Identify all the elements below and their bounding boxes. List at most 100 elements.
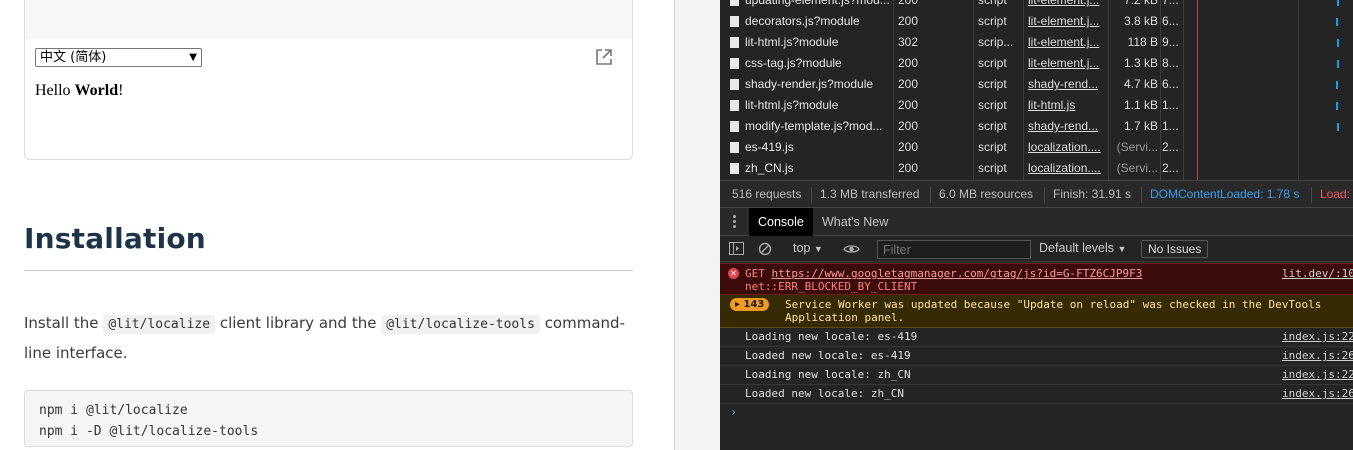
chevron-down-icon: ▼ xyxy=(813,244,823,254)
console-filter-input[interactable] xyxy=(877,240,1031,259)
clear-console-icon[interactable] xyxy=(758,242,772,256)
network-row[interactable]: zh_CN.js 200 script localization.... (Se… xyxy=(720,158,1353,179)
source-link[interactable]: index.js:22 xyxy=(1282,366,1353,384)
request-time: 7... xyxy=(1162,0,1179,7)
console-toolbar: top ▼ Default levels ▼ No Issues xyxy=(720,236,1353,262)
request-initiator[interactable]: lit-element.j... xyxy=(1028,0,1106,11)
more-tabs-icon[interactable] xyxy=(733,215,736,229)
summary-finish: Finish: 31.91 s xyxy=(1053,187,1132,201)
installation-heading: Installation xyxy=(24,222,206,255)
warning-line-1: Service Worker was updated because "Upda… xyxy=(785,298,1322,311)
request-size: 1.7 kB xyxy=(1123,119,1158,133)
request-time: 2... xyxy=(1162,161,1179,175)
log-text: Loaded new locale: zh_CN xyxy=(745,387,904,400)
console-log-message: Loaded new locale: zh_CN index.js:26 xyxy=(720,385,1353,404)
request-size: 1.1 kB xyxy=(1123,98,1158,112)
request-name: lit-html.js?module xyxy=(745,98,839,112)
request-type: script xyxy=(978,140,1007,154)
log-text: Loaded new locale: es-419 xyxy=(745,349,911,362)
request-size: 4.7 kB xyxy=(1123,77,1158,91)
summary-load: Load: xyxy=(1320,187,1351,201)
file-icon xyxy=(730,0,739,6)
tab-console[interactable]: Console xyxy=(749,208,813,236)
request-name: lit-html.js?module xyxy=(745,35,839,49)
waterfall-bar xyxy=(1337,39,1339,47)
request-initiator[interactable]: shady-rend... xyxy=(1028,74,1106,95)
error-text: GET https://www.googletagmanager.com/gta… xyxy=(745,267,1142,293)
request-initiator[interactable]: lit-element.j... xyxy=(1028,53,1106,74)
request-size: (Servi... xyxy=(1116,140,1158,154)
request-name: updating-element.js?mod... xyxy=(745,0,890,7)
request-initiator[interactable]: lit-html.js xyxy=(1028,95,1106,116)
request-name: decorators.js?module xyxy=(745,14,860,28)
context-value: top xyxy=(793,241,811,255)
request-size: 1.3 kB xyxy=(1123,56,1158,70)
divider xyxy=(811,187,812,203)
request-initiator[interactable]: localization.... xyxy=(1028,158,1106,179)
divider xyxy=(1141,187,1142,203)
drawer-tab-bar: Console What's New xyxy=(720,208,1353,236)
source-link[interactable]: index.js:22 xyxy=(1282,328,1353,346)
request-size: 3.8 kB xyxy=(1123,14,1158,28)
source-link[interactable]: index.js:26 xyxy=(1282,347,1353,365)
network-row[interactable]: lit-html.js?module 302 scrip... lit-elem… xyxy=(720,32,1353,53)
error-method: GET xyxy=(745,267,772,280)
request-initiator[interactable]: lit-element.j... xyxy=(1028,11,1106,32)
log-text: Loading new locale: es-419 xyxy=(745,330,918,343)
eye-icon[interactable] xyxy=(843,243,860,255)
request-status: 200 xyxy=(898,161,919,175)
request-time: 6... xyxy=(1162,77,1179,91)
context-selector[interactable]: top ▼ xyxy=(793,241,823,255)
warning-line-2: Application panel. xyxy=(785,311,905,324)
request-initiator[interactable]: lit-element.j... xyxy=(1028,32,1106,53)
network-row[interactable]: shady-render.js?module 200 script shady-… xyxy=(720,74,1353,95)
request-initiator[interactable]: shady-rend... xyxy=(1028,116,1106,137)
network-row[interactable]: lit-html.js?module 200 script lit-html.j… xyxy=(720,95,1353,116)
log-levels-dropdown[interactable]: Default levels ▼ xyxy=(1039,241,1126,255)
waterfall-bar xyxy=(1337,0,1339,6)
request-status: 200 xyxy=(898,98,919,112)
error-url-link[interactable]: https://www.googletagmanager.com/gtag/js… xyxy=(772,267,1143,280)
warning-text: Service Worker was updated because "Upda… xyxy=(785,298,1321,324)
console-prompt[interactable]: › xyxy=(730,405,737,419)
source-link[interactable]: lit.dev/:10 xyxy=(1282,267,1353,280)
network-summary-bar: 516 requests 1.3 MB transferred 6.0 MB r… xyxy=(720,180,1353,208)
hello-name: World xyxy=(74,82,119,99)
page-gutter xyxy=(674,0,720,450)
console-warning-message: ▸ 143 Service Worker was updated because… xyxy=(720,295,1353,328)
console-log-message: Loaded new locale: es-419 index.js:26 xyxy=(720,347,1353,366)
waterfall-bar xyxy=(1337,60,1339,68)
request-status: 200 xyxy=(898,119,919,133)
log-levels-label: Default levels xyxy=(1039,241,1115,255)
network-row[interactable]: modify-template.js?mod... 200 script sha… xyxy=(720,116,1353,137)
log-text: Loading new locale: zh_CN xyxy=(745,368,911,381)
sidebar-toggle-icon[interactable] xyxy=(729,242,744,255)
request-status: 200 xyxy=(898,14,919,28)
network-row[interactable]: es-419.js 200 script localization.... (S… xyxy=(720,137,1353,158)
request-type: script xyxy=(978,14,1007,28)
issues-button[interactable]: No Issues xyxy=(1141,240,1209,258)
file-icon xyxy=(730,142,739,153)
request-type: scrip... xyxy=(978,35,1014,49)
network-row[interactable]: decorators.js?module 200 script lit-elem… xyxy=(720,11,1353,32)
request-size: 7.2 kB xyxy=(1123,0,1158,7)
install-text-2: client library and the xyxy=(215,314,382,332)
request-status: 200 xyxy=(898,77,919,91)
divider xyxy=(1311,187,1312,203)
console-log-message: Loading new locale: es-419 index.js:22 xyxy=(720,328,1353,347)
request-initiator[interactable]: localization.... xyxy=(1028,137,1106,158)
hello-output: Hello World! xyxy=(35,82,123,100)
request-time: 1... xyxy=(1162,98,1179,112)
network-row[interactable]: updating-element.js?mod... 200 script li… xyxy=(720,0,1353,11)
install-code-2: @lit/localize-tools xyxy=(381,315,540,334)
source-link[interactable]: index.js:26 xyxy=(1282,385,1353,403)
open-external-icon[interactable] xyxy=(594,47,614,67)
repeat-count-badge[interactable]: ▸ 143 xyxy=(730,298,770,311)
locale-select[interactable]: 中文 (简体) ▼ xyxy=(35,48,202,67)
request-time: 9... xyxy=(1162,35,1179,49)
network-row[interactable]: css-tag.js?module 200 script lit-element… xyxy=(720,53,1353,74)
installation-paragraph: Install the @lit/localize client library… xyxy=(24,309,634,368)
file-icon xyxy=(730,163,739,174)
tab-whats-new[interactable]: What's New xyxy=(813,208,897,236)
file-icon xyxy=(730,79,739,90)
